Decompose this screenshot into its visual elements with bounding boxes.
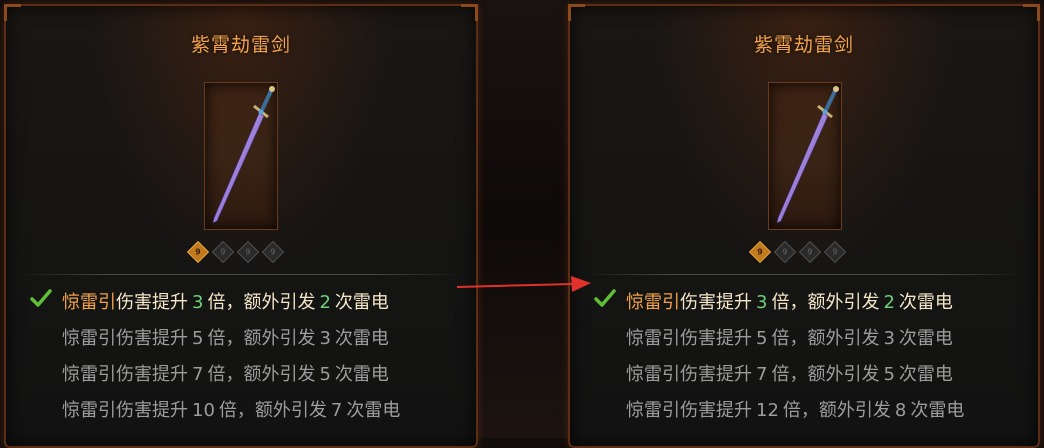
skill-name: 惊雷引 — [626, 292, 680, 313]
tier-text: 伤害提升 — [116, 292, 188, 313]
corner-ornament — [568, 4, 585, 21]
gem-socket-row: 9 9 9 9 — [748, 240, 847, 264]
weapon-image-frame — [768, 82, 842, 230]
weapon-name: 紫霄劫雷剑 — [753, 34, 854, 56]
tier-text: 伤害提升 — [680, 292, 752, 313]
weapon-image-frame — [204, 82, 278, 230]
gem-socket-icon[interactable]: 9 — [236, 240, 260, 264]
skill-name: 惊雷引 — [62, 292, 116, 313]
gem-socket-icon[interactable]: 9 — [211, 240, 235, 264]
tier-row: 惊雷引伤害提升 10 倍，额外引发 7 次雷电 — [62, 400, 401, 421]
checkmark-icon — [30, 289, 52, 307]
gem-socket-icon[interactable]: 9 — [823, 240, 847, 264]
tier-text: 次雷电 — [334, 292, 389, 313]
tier-text: 倍，额外引发 — [207, 292, 316, 313]
sword-icon — [776, 86, 839, 224]
divider — [20, 274, 460, 275]
tier-row: 惊雷引伤害提升 7 倍，额外引发 5 次雷电 — [62, 364, 389, 385]
gem-socket-row: 9 9 9 9 — [186, 240, 285, 264]
weapon-panel-after: 紫霄劫雷剑 9 9 9 9 惊雷引伤害提升 3 倍，额外引发 2 次雷电 惊雷引… — [568, 4, 1040, 448]
lightning-count: 2 — [883, 292, 895, 313]
damage-multiplier: 3 — [192, 292, 204, 313]
weapon-panel-before: 紫霄劫雷剑 9 9 9 9 惊雷引伤害提升 3 倍，额外引发 2 次雷电 惊雷引… — [4, 4, 478, 448]
damage-multiplier: 3 — [756, 292, 768, 313]
tier-row-active: 惊雷引伤害提升 3 倍，额外引发 2 次雷电 — [62, 288, 389, 314]
background-gap — [478, 0, 570, 438]
tier-text: 倍，额外引发 — [771, 292, 880, 313]
weapon-name: 紫霄劫雷剑 — [190, 34, 291, 56]
tier-row-active: 惊雷引伤害提升 3 倍，额外引发 2 次雷电 — [626, 288, 953, 314]
arrow-right-icon — [456, 276, 591, 292]
gem-socket-icon[interactable]: 9 — [748, 240, 772, 264]
lightning-count: 2 — [319, 292, 331, 313]
tier-text: 次雷电 — [898, 292, 953, 313]
tier-row: 惊雷引伤害提升 12 倍，额外引发 8 次雷电 — [626, 400, 965, 421]
checkmark-icon — [594, 289, 616, 307]
divider — [584, 274, 1024, 275]
tier-row: 惊雷引伤害提升 5 倍，额外引发 3 次雷电 — [62, 328, 389, 349]
gem-socket-icon[interactable]: 9 — [261, 240, 285, 264]
gem-socket-icon[interactable]: 9 — [773, 240, 797, 264]
corner-ornament — [461, 4, 478, 21]
tier-row: 惊雷引伤害提升 5 倍，额外引发 3 次雷电 — [626, 328, 953, 349]
gem-socket-icon[interactable]: 9 — [186, 240, 210, 264]
corner-ornament — [1023, 4, 1040, 21]
sword-icon — [212, 86, 275, 224]
corner-ornament — [4, 4, 21, 21]
tier-row: 惊雷引伤害提升 7 倍，额外引发 5 次雷电 — [626, 364, 953, 385]
gem-socket-icon[interactable]: 9 — [798, 240, 822, 264]
